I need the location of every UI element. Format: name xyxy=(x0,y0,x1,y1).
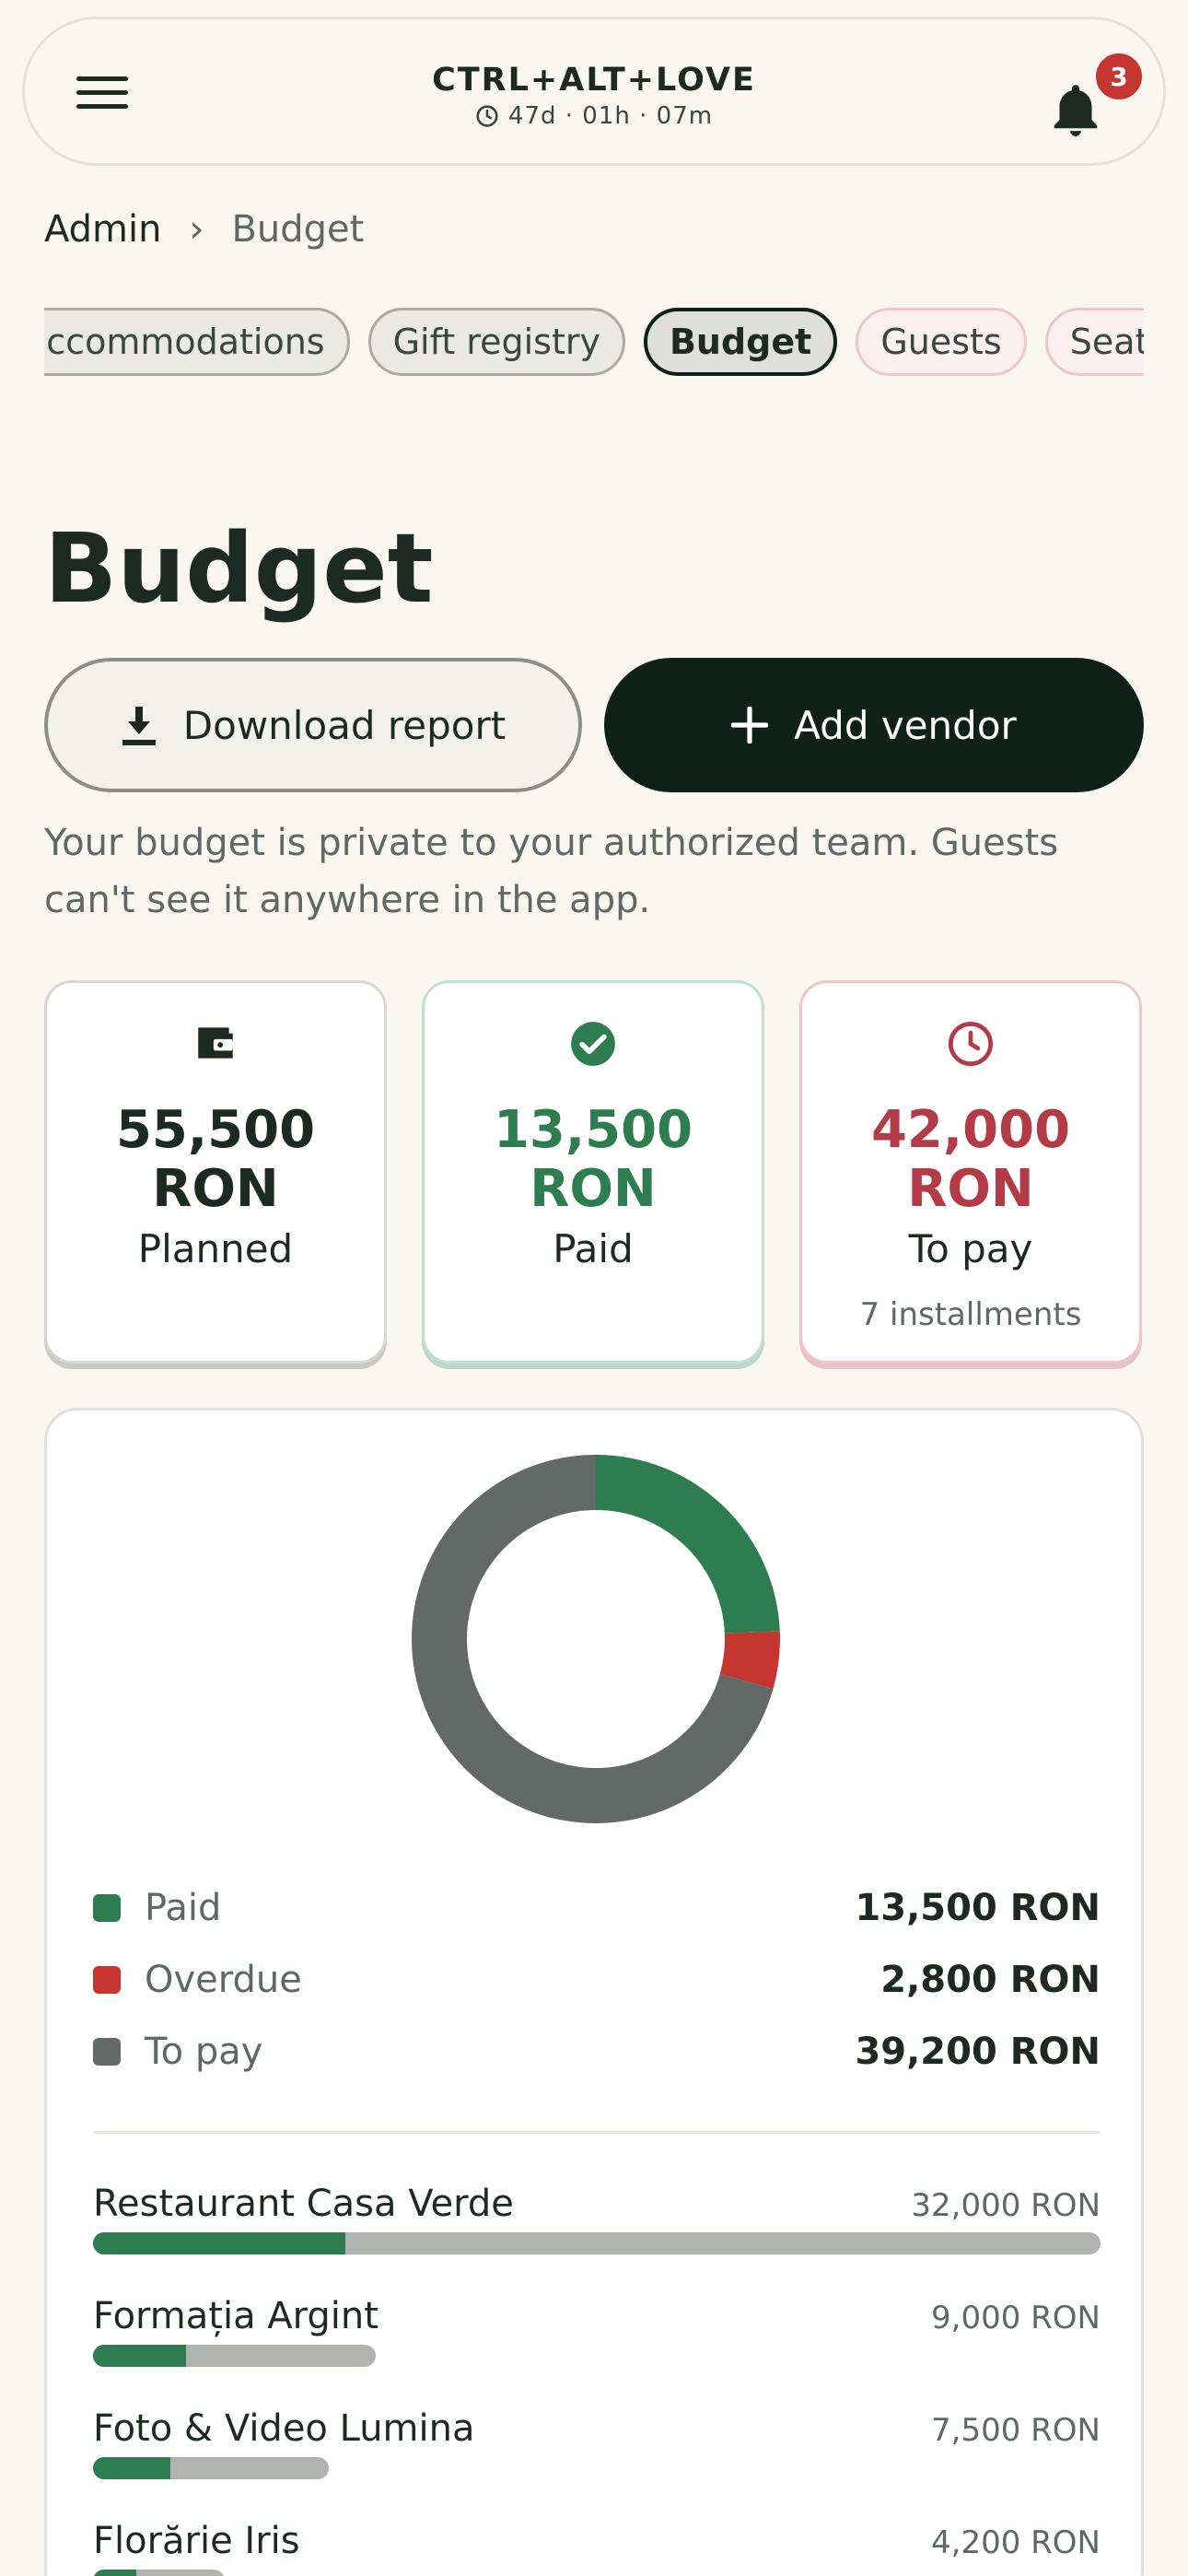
legend-paid-name: Paid xyxy=(145,1887,222,1929)
to-pay-amount: 42,000 RON xyxy=(802,1101,1139,1219)
tab-budget[interactable]: Budget xyxy=(643,308,838,376)
legend-paid-swatch xyxy=(93,1894,121,1922)
app-title: CTRL+ALT+LOVE xyxy=(432,62,756,99)
add-vendor-label: Add vendor xyxy=(794,702,1017,748)
to-pay-card: 42,000 RON To pay 7 installments xyxy=(799,980,1142,1364)
vendor-progress-bar xyxy=(93,2345,377,2367)
vendor-row[interactable]: Formația Argint 9,000 RON xyxy=(93,2295,1101,2367)
top-bar: CTRL+ALT+LOVE 47d · 01h · 07m 3 xyxy=(22,17,1166,166)
breadcrumb: Admin › Budget xyxy=(44,208,364,251)
download-report-button[interactable]: Download report xyxy=(44,658,582,792)
notification-badge: 3 xyxy=(1093,51,1145,102)
plus-icon xyxy=(731,707,769,744)
vendor-progress-fill xyxy=(93,2570,137,2576)
add-vendor-button[interactable]: Add vendor xyxy=(604,658,1144,792)
to-pay-label: To pay xyxy=(908,1226,1033,1271)
tab-guests[interactable]: Guests xyxy=(856,308,1027,376)
tab-gift-registry[interactable]: Gift registry xyxy=(367,308,625,376)
tab-accommodations[interactable]: accommodations xyxy=(44,308,350,376)
divider xyxy=(93,2131,1101,2134)
budget-breakdown-panel: Paid 13,500 RON Overdue 2,800 RON To pay… xyxy=(44,1408,1144,2576)
vendor-progress-fill xyxy=(93,2345,187,2367)
paid-value: 13,500 xyxy=(493,1100,693,1160)
countdown: 47d · 01h · 07m xyxy=(25,102,1163,130)
legend-overdue-swatch xyxy=(93,1966,121,1994)
vendor-progress-bar xyxy=(93,2232,1101,2254)
planned-amount: 55,500 RON xyxy=(47,1101,384,1219)
clock-icon xyxy=(948,1021,994,1067)
vendor-row[interactable]: Restaurant Casa Verde 32,000 RON xyxy=(93,2183,1101,2254)
vendor-progress-bar xyxy=(93,2570,226,2576)
vendor-name: Formația Argint xyxy=(93,2295,379,2337)
clock-icon xyxy=(476,105,498,127)
vendor-progress-bar xyxy=(93,2457,329,2479)
wallet-icon xyxy=(198,1027,233,1059)
vendor-name: Restaurant Casa Verde xyxy=(93,2183,514,2225)
vendor-amount: 9,000 RON xyxy=(931,2300,1101,2336)
legend-paid: Paid 13,500 RON xyxy=(93,1880,1101,1936)
page-title: Budget xyxy=(44,512,434,625)
legend-to-pay-name: To pay xyxy=(145,2031,263,2073)
planned-currency: RON xyxy=(152,1159,279,1219)
paid-amount: 13,500 RON xyxy=(425,1101,762,1219)
vendor-progress-fill xyxy=(93,2457,171,2479)
breadcrumb-admin[interactable]: Admin xyxy=(44,208,161,251)
tab-strip[interactable]: accommodations Gift registry Budget Gues… xyxy=(44,308,1144,378)
planned-label: Planned xyxy=(137,1226,294,1271)
planned-value: 55,500 xyxy=(115,1100,316,1160)
vendor-row[interactable]: Florărie Iris 4,200 RON xyxy=(93,2520,1101,2576)
to-pay-value: 42,000 xyxy=(870,1100,1071,1160)
vendor-amount: 4,200 RON xyxy=(931,2524,1101,2561)
privacy-note: Your budget is private to your authorize… xyxy=(44,822,1059,921)
legend-to-pay-value: 39,200 RON xyxy=(855,2031,1101,2073)
paid-label: Paid xyxy=(553,1226,634,1271)
legend-to-pay-swatch xyxy=(93,2038,121,2066)
vendor-progress-fill xyxy=(93,2232,345,2254)
planned-card: 55,500 RON Planned xyxy=(44,980,387,1364)
vendor-name: Florărie Iris xyxy=(93,2520,300,2562)
check-circle-icon xyxy=(571,1022,615,1066)
legend-to-pay: To pay 39,200 RON xyxy=(93,2024,1101,2079)
paid-currency: RON xyxy=(530,1159,657,1219)
countdown-text: 47d · 01h · 07m xyxy=(507,102,714,130)
vendor-amount: 7,500 RON xyxy=(931,2412,1101,2449)
download-report-label: Download report xyxy=(182,702,507,748)
paid-card: 13,500 RON Paid xyxy=(422,980,764,1364)
breadcrumb-current: Budget xyxy=(231,208,365,251)
tab-seating[interactable]: Seating xyxy=(1044,308,1144,376)
legend-overdue: Overdue 2,800 RON xyxy=(93,1952,1101,2008)
to-pay-currency: RON xyxy=(907,1159,1034,1219)
installments-count: 7 installments xyxy=(859,1296,1082,1333)
budget-donut-chart xyxy=(412,1455,780,1823)
legend-overdue-value: 2,800 RON xyxy=(880,1959,1101,2001)
vendor-amount: 32,000 RON xyxy=(911,2187,1101,2224)
donut-slice-paid xyxy=(596,1455,780,1634)
breadcrumb-separator: › xyxy=(189,208,204,251)
vendor-row[interactable]: Foto & Video Lumina 7,500 RON xyxy=(93,2407,1101,2479)
brand: CTRL+ALT+LOVE 47d · 01h · 07m xyxy=(25,62,1163,130)
vendor-name: Foto & Video Lumina xyxy=(93,2407,475,2450)
legend-overdue-name: Overdue xyxy=(145,1959,302,2001)
legend-paid-value: 13,500 RON xyxy=(855,1887,1101,1929)
download-icon xyxy=(122,707,156,745)
